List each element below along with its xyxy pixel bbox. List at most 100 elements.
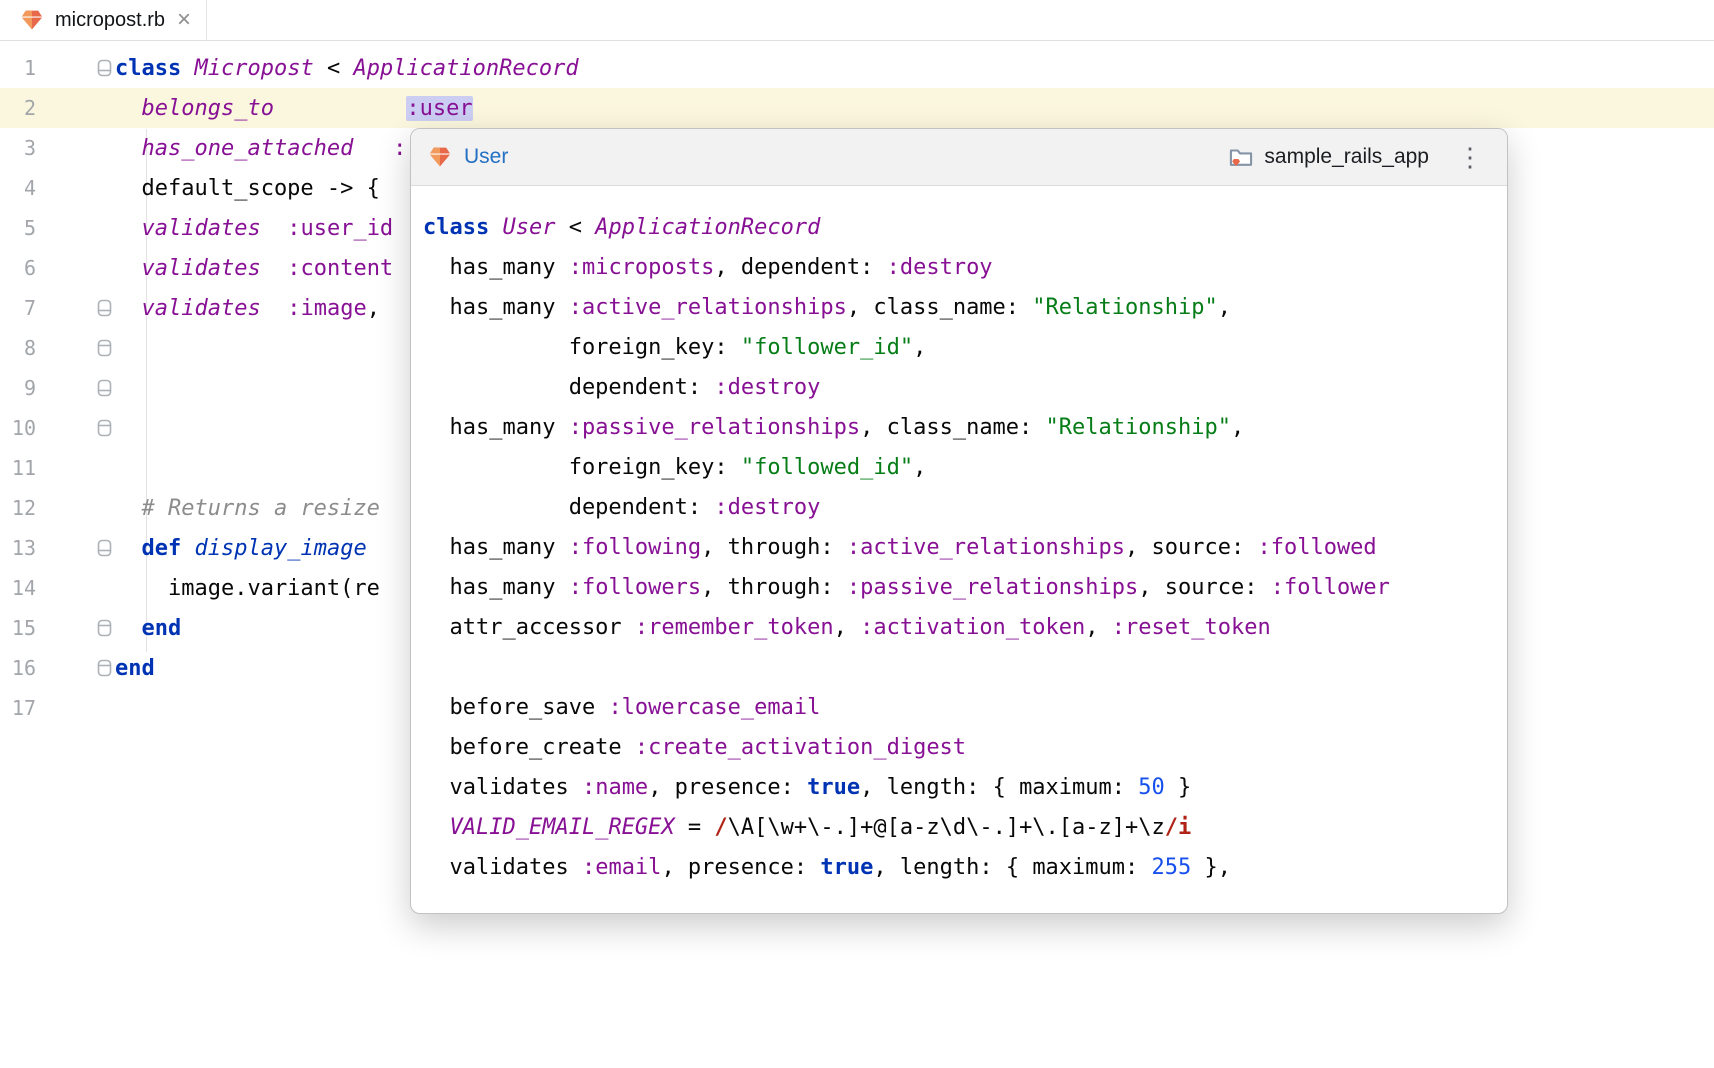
code-token: validates — [142, 256, 261, 281]
code-token: has_one_attached — [142, 136, 354, 161]
line-number: 12 — [0, 496, 36, 520]
code-token: # Returns a resize — [142, 496, 380, 521]
popup-code-line: foreign_key: "follower_id", — [423, 328, 1507, 368]
code-line-text: default_scope -> { — [115, 176, 380, 201]
code-token: 50 — [1138, 775, 1165, 800]
code-token — [115, 536, 142, 561]
line-number: 15 — [0, 616, 36, 640]
code-token: has_many — [423, 255, 569, 280]
code-token: Micropost — [194, 56, 313, 81]
popup-code-line — [423, 648, 1507, 688]
code-token: < — [555, 215, 595, 240]
ruby-gem-icon — [427, 144, 453, 170]
line-number: 11 — [0, 456, 36, 480]
code-line-text: end — [115, 656, 155, 681]
line-number: 5 — [0, 216, 36, 240]
code-token: :content — [287, 256, 393, 281]
fold-end-icon[interactable] — [36, 619, 115, 637]
code-token: :activation_token — [860, 615, 1085, 640]
code-token: has_many — [423, 295, 569, 320]
code-token: foreign_key: — [423, 455, 741, 480]
code-token — [261, 296, 288, 321]
code-token — [423, 815, 450, 840]
popup-code-line: has_many :followers, through: :passive_r… — [423, 568, 1507, 608]
code-token: :active_relationships — [569, 295, 847, 320]
code-token: end — [142, 616, 182, 641]
code-token: :image — [287, 296, 366, 321]
kebab-menu-icon[interactable]: ⋮ — [1453, 144, 1487, 170]
code-token: , through: — [701, 535, 847, 560]
popup-code-line: dependent: :destroy — [423, 488, 1507, 528]
code-token: :reset_token — [1112, 615, 1271, 640]
code-token: , — [834, 615, 861, 640]
line-number: 10 — [0, 416, 36, 440]
code-token: , — [1218, 295, 1231, 320]
code-token: , — [913, 335, 926, 360]
fold-end-icon[interactable] — [36, 339, 115, 357]
fold-start-icon[interactable] — [36, 379, 115, 397]
ide-window: { "window": { "tab": { "label": "micropo… — [0, 0, 1714, 1068]
fold-start-icon[interactable] — [36, 59, 115, 77]
project-folder-icon — [1228, 144, 1254, 170]
code-token: "follower_id" — [741, 335, 913, 360]
popup-code-line: has_many :passive_relationships, class_n… — [423, 408, 1507, 448]
line-number: 3 — [0, 136, 36, 160]
fold-start-icon[interactable] — [36, 539, 115, 557]
popup-code-line: attr_accessor :remember_token, :activati… — [423, 608, 1507, 648]
code-line-text: image.variant(re — [115, 576, 380, 601]
ruby-gem-icon — [19, 7, 45, 33]
code-token: "Relationship" — [1032, 295, 1217, 320]
popup-code-line: validates :email, presence: true, length… — [423, 848, 1507, 888]
code-token: ApplicationRecord — [595, 215, 820, 240]
popup-code-line: has_many :active_relationships, class_na… — [423, 288, 1507, 328]
code-token: :passive_relationships — [847, 575, 1138, 600]
code-token: foreign_key: — [423, 335, 741, 360]
fold-end-icon[interactable] — [36, 659, 115, 677]
code-token — [181, 536, 194, 561]
code-token: has_many — [423, 415, 569, 440]
code-token: "Relationship" — [1046, 415, 1231, 440]
line-number: 8 — [0, 336, 36, 360]
code-token: , dependent: — [714, 255, 886, 280]
code-line-text: validates :user_id — [115, 216, 393, 241]
code-token — [115, 496, 142, 521]
code-token: class — [115, 56, 181, 81]
editor-line[interactable]: 1class Micropost < ApplicationRecord — [0, 48, 1714, 88]
code-token: has_many — [423, 535, 569, 560]
code-token: < — [314, 56, 354, 81]
code-token — [115, 216, 142, 241]
tab-close-icon[interactable]: × — [177, 8, 191, 32]
code-token: :create_activation_digest — [635, 735, 966, 760]
popup-header: User sample_rails_app ⋮ — [411, 129, 1507, 186]
code-token: :destroy — [714, 375, 820, 400]
line-number: 6 — [0, 256, 36, 280]
code-token — [115, 136, 142, 161]
editor-line[interactable]: 2 belongs_to :user — [0, 88, 1714, 128]
code-token: attr_accessor — [423, 615, 635, 640]
code-token: :follower — [1271, 575, 1390, 600]
code-token: / — [714, 815, 727, 840]
code-token: has_many — [423, 575, 569, 600]
code-line-text: end — [115, 616, 181, 641]
popup-code-view[interactable]: class User < ApplicationRecord has_many … — [411, 186, 1507, 913]
popup-code-line: before_create :create_activation_digest — [423, 728, 1507, 768]
code-token: end — [115, 656, 155, 681]
code-token — [181, 56, 194, 81]
popup-code-line: dependent: :destroy — [423, 368, 1507, 408]
code-token: belongs_to — [142, 96, 274, 121]
popup-class-title[interactable]: User — [464, 145, 508, 169]
code-token: /i — [1165, 815, 1192, 840]
code-token — [115, 616, 142, 641]
code-line-text: validates :image, — [115, 296, 380, 321]
code-token: :lowercase_email — [608, 695, 820, 720]
code-token: , — [1085, 615, 1112, 640]
code-token: , class_name: — [847, 295, 1032, 320]
code-token: \A[\w+\-.]+@[a-z\d\-.]+\.[a-z]+\z — [728, 815, 1165, 840]
code-token: :active_relationships — [847, 535, 1125, 560]
fold-start-icon[interactable] — [36, 299, 115, 317]
popup-code-line: validates :name, presence: true, length:… — [423, 768, 1507, 808]
code-token: validates — [142, 296, 261, 321]
code-token: :followed — [1257, 535, 1376, 560]
tab-micropost-rb[interactable]: micropost.rb × — [0, 0, 207, 40]
fold-end-icon[interactable] — [36, 419, 115, 437]
